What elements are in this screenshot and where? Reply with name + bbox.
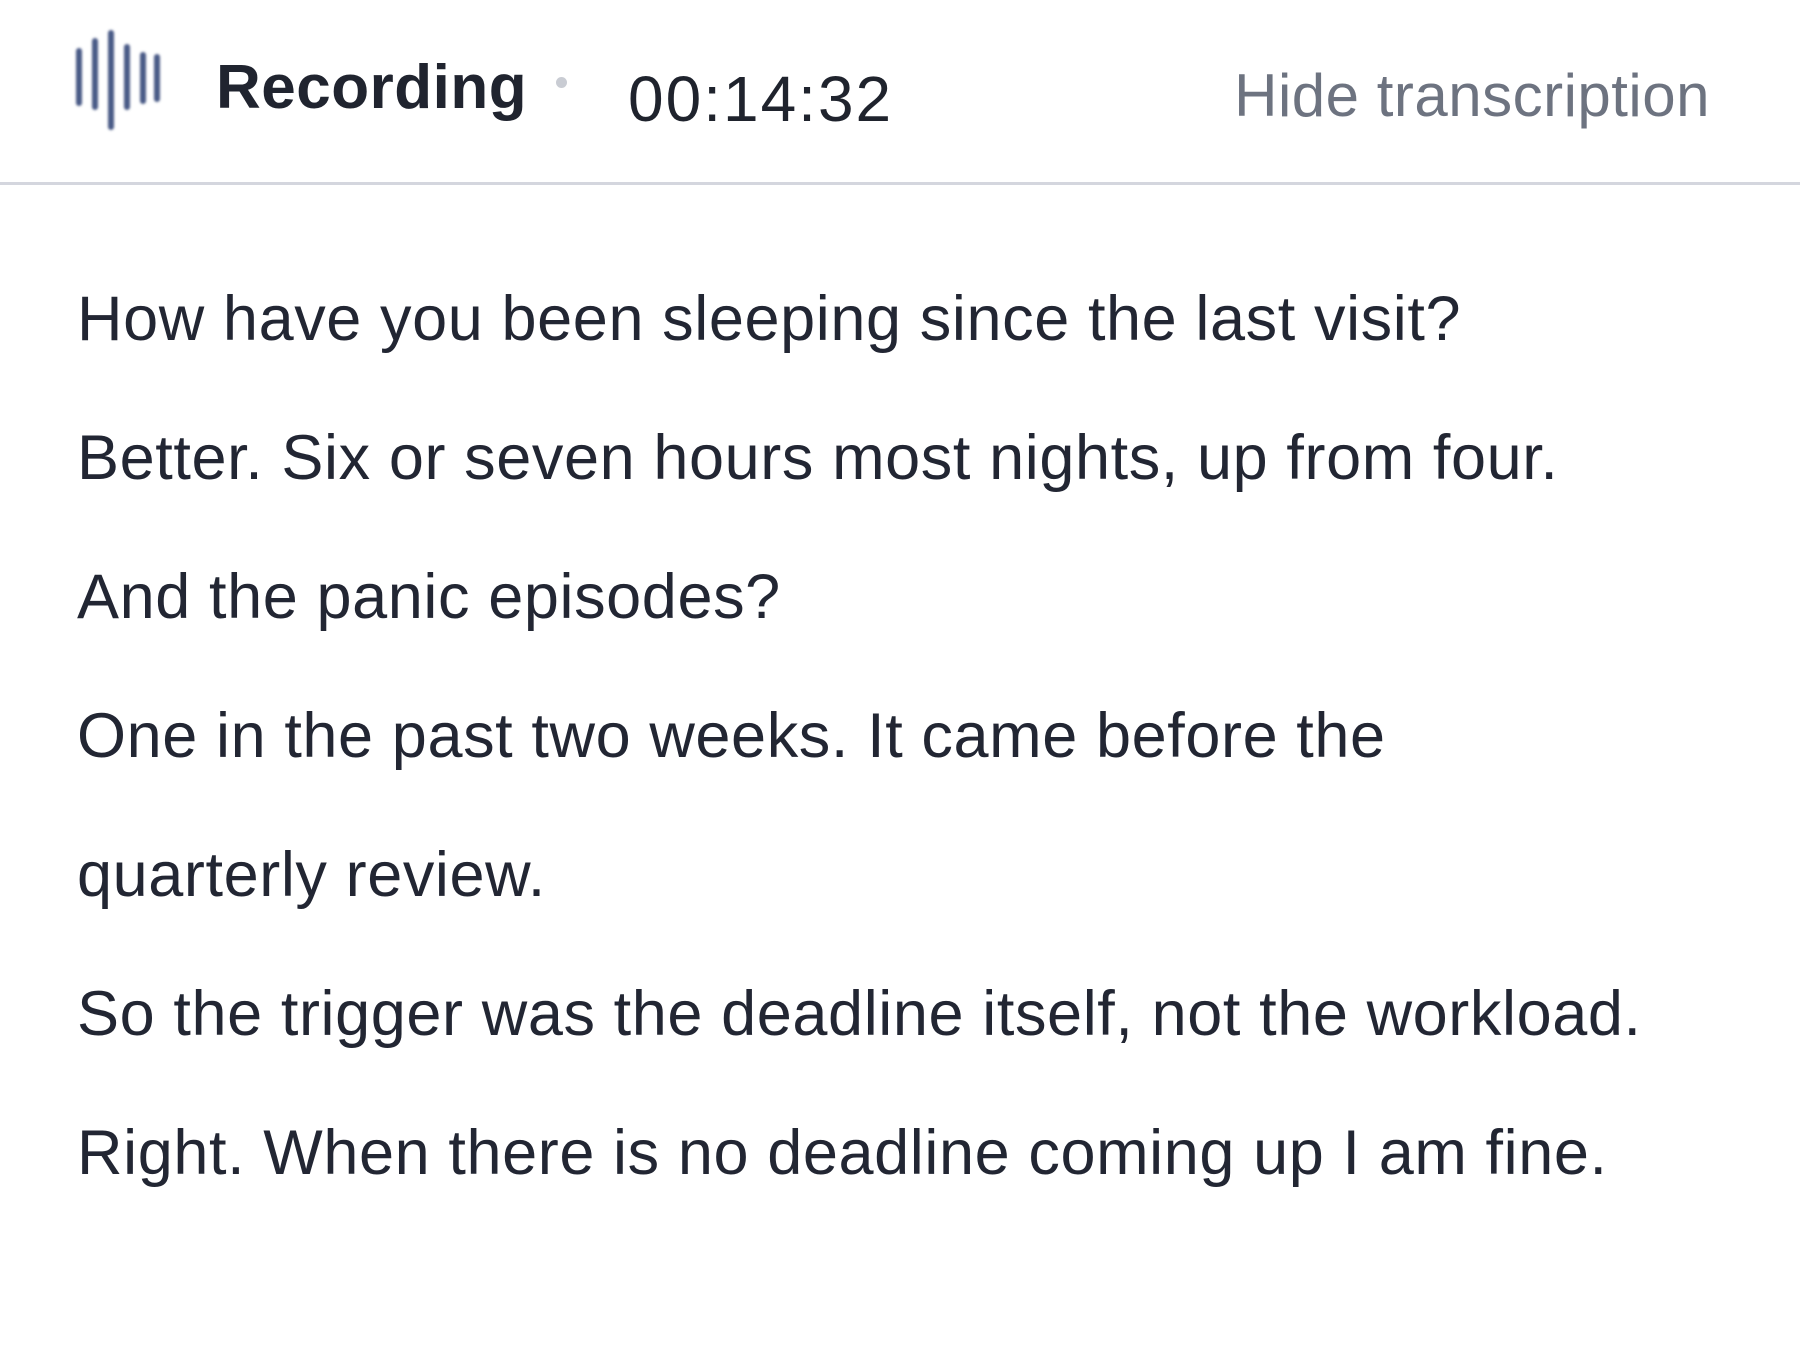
recording-header: Recording 00:14:32 Hide transcription [0,0,1800,185]
waveform-icon [76,30,160,130]
transcript-line: And the panic episodes? [77,562,781,632]
transcript-line: quarterly review. [77,840,546,910]
transcript-line: One in the past two weeks. It came befor… [77,701,1386,771]
transcript-line: How have you been sleeping since the las… [77,284,1462,354]
recording-timer: 00:14:32 [628,63,894,135]
transcript-line: Better. Six or seven hours most nights, … [77,423,1559,493]
transcript-line: Right. When there is no deadline coming … [77,1118,1608,1188]
separator-dot [556,77,567,88]
recording-status-label: Recording [216,53,528,122]
hide-transcription-button[interactable]: Hide transcription [1234,60,1710,132]
transcript-line: So the trigger was the deadline itself, … [77,979,1642,1049]
transcript-body: How have you been sleeping since the las… [77,250,1767,1223]
